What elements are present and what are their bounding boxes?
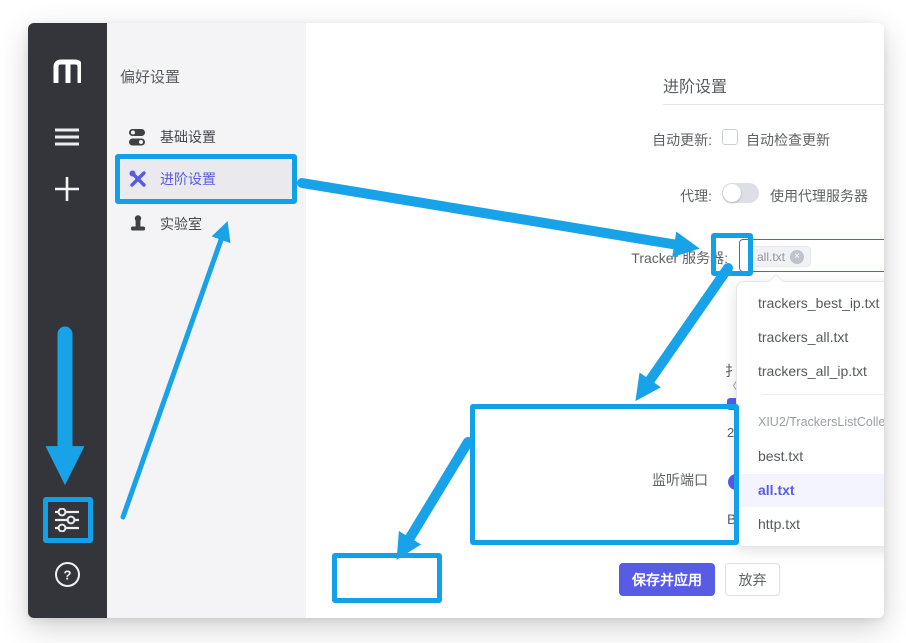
dropdown-group-label: XIU2/TrackersListCollection: [758, 415, 884, 429]
add-task-icon: [54, 176, 80, 202]
dropdown-item[interactable]: http.txt: [737, 508, 884, 541]
nav-item-lab[interactable]: 实验室: [120, 205, 292, 243]
toggle-knob: [723, 184, 741, 202]
auto-update-checkbox[interactable]: [722, 129, 738, 145]
annotation-box-settings-icon: [43, 497, 93, 543]
motrix-logo-icon: [53, 58, 81, 84]
annotation-box-save-button: [332, 553, 442, 603]
tracker-tag: all.txt ×: [748, 246, 811, 267]
proxy-toggle[interactable]: [722, 183, 759, 203]
nav-item-basic-settings[interactable]: 基础设置: [120, 118, 292, 156]
prefs-panel: 偏好设置 基础设置 进阶设置: [107, 23, 306, 618]
lab-stamp-icon: [129, 215, 147, 233]
help-button[interactable]: ?: [53, 560, 81, 588]
svg-text:?: ?: [63, 567, 71, 582]
tracker-select[interactable]: all.txt ×: [739, 239, 884, 272]
annotation-box-chevron: [711, 233, 753, 276]
annotation-box-advanced-nav: [115, 154, 297, 204]
dropdown-item[interactable]: trackers_all.txt: [737, 321, 884, 354]
tracker-tag-text: all.txt: [757, 250, 785, 264]
title-divider: [663, 104, 884, 105]
nav-item-label: 实验室: [160, 214, 202, 234]
dropdown-divider: [762, 394, 884, 395]
tracker-dropdown: trackers_best_ip.txt trackers_all.txt tr…: [736, 281, 884, 547]
motrix-logo: [53, 56, 81, 86]
tracker-label: Tracker 服务器:: [608, 248, 728, 268]
add-task-button[interactable]: [53, 175, 81, 203]
dropdown-item-selected[interactable]: all.txt: [737, 474, 884, 507]
proxy-label: 代理:: [592, 186, 712, 206]
annotation-box-dropdown-group: [470, 404, 739, 545]
dropdown-caret: [769, 274, 783, 288]
auto-update-label: 自动更新:: [592, 130, 712, 150]
discard-button[interactable]: 放弃: [725, 563, 780, 596]
nav-item-label: 基础设置: [160, 127, 216, 147]
screenshot-stage: ? 偏好设置 基础设置: [0, 0, 906, 643]
dropdown-item[interactable]: trackers_all_ip.txt: [737, 355, 884, 388]
app-window: ? 偏好设置 基础设置: [28, 23, 884, 618]
task-list-icon: [54, 128, 80, 146]
help-icon: ?: [54, 561, 81, 588]
tag-close-icon[interactable]: ×: [790, 250, 804, 264]
save-apply-button[interactable]: 保存并应用: [619, 563, 715, 596]
auto-update-checkbox-label: 自动检查更新: [746, 130, 830, 150]
toggles-icon: [129, 129, 147, 146]
page-title: 进阶设置: [663, 73, 727, 97]
dropdown-item[interactable]: best.txt: [737, 440, 884, 473]
dropdown-item[interactable]: trackers_best_ip.txt: [737, 287, 884, 320]
task-list-button[interactable]: [53, 127, 81, 147]
prefs-title: 偏好设置: [120, 66, 180, 87]
proxy-toggle-label: 使用代理服务器: [770, 186, 868, 206]
